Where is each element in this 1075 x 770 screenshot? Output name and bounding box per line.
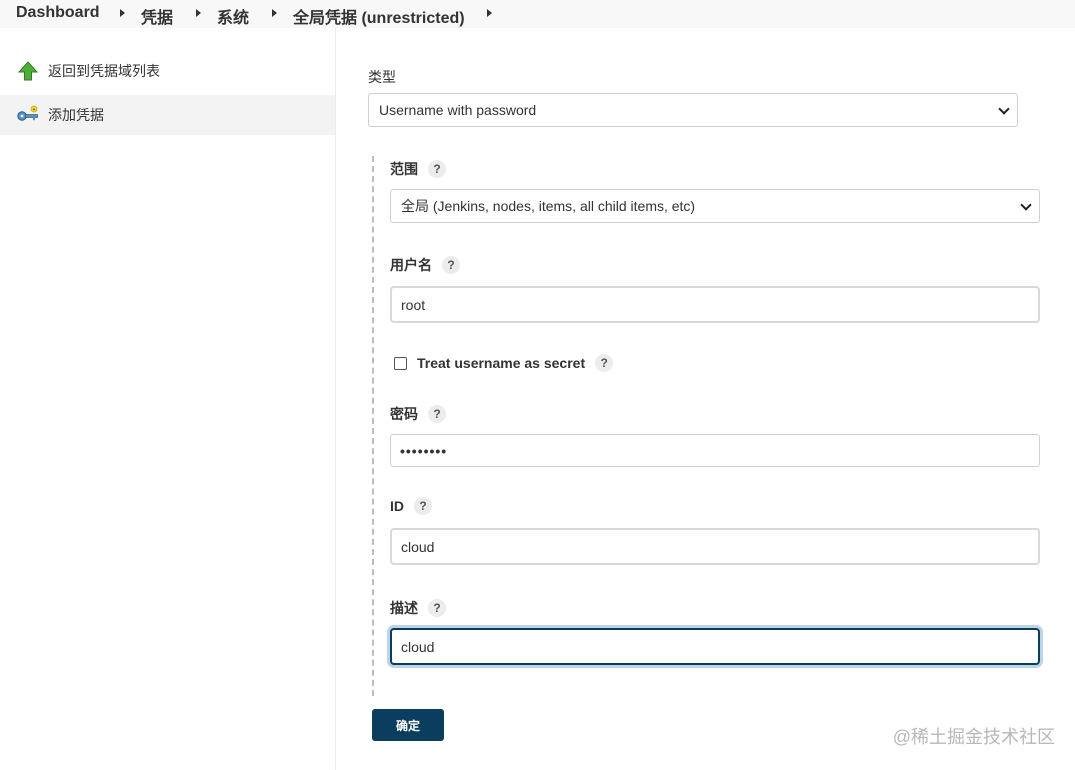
breadcrumb-dashboard[interactable]: Dashboard [16, 4, 100, 22]
description-input-value: cloud [401, 638, 435, 655]
credential-form: 类型 Username with password 范围? 全局 (Jenkin… [336, 28, 1075, 770]
breadcrumb-chevron-icon[interactable] [120, 9, 125, 17]
password-input[interactable]: •••••••• [390, 434, 1040, 467]
key-icon: + [17, 104, 39, 126]
password-label-text: 密码 [390, 406, 418, 422]
kind-select-value: Username with password [379, 102, 537, 118]
help-icon[interactable]: ? [595, 354, 614, 373]
treat-username-secret-text[interactable]: Treat username as secret [417, 355, 585, 371]
breadcrumb-system[interactable]: 系统 [217, 4, 249, 28]
breadcrumb-credentials[interactable]: 凭据 [141, 4, 173, 28]
breadcrumb-chevron-icon[interactable] [196, 9, 201, 17]
help-icon[interactable]: ? [442, 256, 460, 275]
chevron-down-icon [998, 103, 1010, 115]
description-input[interactable]: cloud [390, 628, 1040, 665]
help-icon[interactable]: ? [428, 599, 446, 618]
id-input-value: cloud [401, 538, 435, 555]
username-label: 用户名? [390, 255, 460, 275]
treat-username-secret-label: Treat username as secret? [417, 354, 614, 373]
username-input-value: root [401, 296, 426, 313]
scope-label: 范围? [390, 159, 446, 179]
nested-fields-rail [372, 156, 374, 696]
treat-username-secret-checkbox[interactable] [394, 357, 407, 370]
password-label: 密码? [390, 404, 446, 424]
scope-select-value: 全局 (Jenkins, nodes, items, all child ite… [401, 198, 696, 214]
kind-label: 类型 [368, 69, 396, 85]
svg-text:+: + [33, 107, 36, 113]
sidebar-item-back-to-domains[interactable]: 返回到凭据域列表 [0, 51, 335, 91]
username-input[interactable]: root [390, 286, 1040, 323]
description-label: 描述? [390, 598, 446, 618]
id-label-text: ID [390, 498, 404, 514]
username-label-text: 用户名 [390, 257, 432, 273]
password-input-value: •••••••• [400, 442, 448, 459]
breadcrumb: Dashboard 凭据 系统 全局凭据 (unrestricted) [0, 0, 1075, 28]
scope-label-text: 范围 [390, 161, 418, 177]
sidebar-item-add-credentials[interactable]: + 添加凭据 [0, 95, 335, 135]
sidebar: 返回到凭据域列表 + 添加凭据 [0, 28, 336, 770]
description-label-text: 描述 [390, 600, 418, 616]
up-arrow-icon [17, 60, 39, 82]
breadcrumb-chevron-icon[interactable] [272, 9, 277, 17]
scope-select[interactable]: 全局 (Jenkins, nodes, items, all child ite… [390, 189, 1040, 223]
sidebar-item-label: 返回到凭据域列表 [48, 63, 160, 79]
sidebar-item-label: 添加凭据 [48, 107, 104, 123]
breadcrumb-chevron-icon[interactable] [487, 9, 492, 17]
submit-button[interactable]: 确定 [372, 709, 444, 741]
help-icon[interactable]: ? [414, 497, 432, 516]
help-icon[interactable]: ? [428, 160, 446, 179]
kind-select[interactable]: Username with password [368, 93, 1018, 127]
watermark: @稀土掘金技术社区 [892, 727, 1055, 747]
help-icon[interactable]: ? [428, 405, 446, 424]
id-label: ID? [390, 497, 432, 516]
chevron-down-icon [1020, 199, 1032, 211]
breadcrumb-global-credentials[interactable]: 全局凭据 (unrestricted) [293, 4, 465, 28]
id-input[interactable]: cloud [390, 528, 1040, 565]
